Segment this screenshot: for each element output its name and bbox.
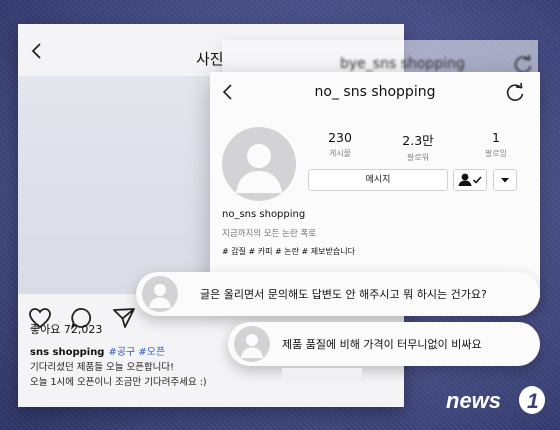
dropdown-arrow-icon (501, 178, 509, 183)
follow-check-icon (458, 173, 482, 186)
profile-screen: no_ sns shopping 230 게시물 2.3만 팔로워 1 팔로잉 … (210, 72, 540, 298)
profile-stats: 230 게시물 2.3만 팔로워 1 팔로잉 (310, 130, 530, 166)
stat-posts[interactable]: 230 게시물 (310, 130, 370, 159)
stat-posts-value: 230 (328, 130, 352, 145)
caption-header: sns shopping #공구 #오픈 (30, 343, 165, 358)
caption-username[interactable]: sns shopping (30, 347, 104, 358)
profile-top-bar: no_ sns shopping (210, 72, 540, 112)
stat-posts-label: 게시물 (328, 149, 352, 158)
comment-strip (282, 368, 362, 382)
caption-text-line: 오늘 1시에 오픈이니 조금만 기다려주세요 :) (30, 377, 207, 388)
refresh-icon[interactable] (504, 82, 526, 104)
avatar-placeholder-icon (149, 284, 171, 308)
logo-number-text: 1 (527, 390, 539, 413)
likes-count: 좋아요 72,023 (30, 323, 103, 336)
more-options-button[interactable] (493, 169, 517, 191)
bio-description: 지금까지의 모든 논란 폭로 (222, 229, 317, 239)
news1-logo: news 1 (444, 384, 550, 420)
profile-title: no_ sns shopping (314, 84, 436, 100)
comment-avatar[interactable] (234, 326, 270, 362)
send-icon[interactable] (112, 306, 136, 330)
comment-bubble: 글은 올리면서 문의해도 답변도 안 해주시고 뭐 하시는 건가요? (136, 272, 540, 316)
avatar-placeholder-icon (236, 144, 282, 193)
logo-brand-text: news (446, 388, 501, 413)
message-button[interactable]: 메시지 (308, 169, 448, 191)
stat-followers-value: 2.3만 (402, 133, 434, 148)
stat-following[interactable]: 1 팔로잉 (466, 130, 526, 159)
following-button[interactable] (453, 169, 487, 191)
stat-followers[interactable]: 2.3만 팔로워 (388, 130, 448, 163)
post-header-title: 사진 (196, 50, 224, 68)
back-arrow-icon[interactable] (28, 42, 46, 60)
comment-bubble: 제품 품질에 비해 가격이 터무니없이 비싸요 (228, 322, 540, 366)
caption-hashtags[interactable]: #공구 #오픈 (108, 347, 165, 358)
bio-name: no_sns shopping (222, 209, 306, 220)
avatar-placeholder-icon (241, 334, 263, 358)
stat-following-label: 팔로잉 (484, 149, 508, 158)
stat-followers-label: 팔로워 (406, 153, 430, 162)
comment-text: 제품 품질에 비해 가격이 터무니없이 비싸요 (282, 338, 482, 351)
profile-avatar[interactable] (222, 127, 296, 201)
caption-text-line: 기다리셨던 제품들 오늘 오픈합니다! (30, 362, 174, 373)
background-profile-username: bye_sns shopping (340, 56, 465, 72)
comment-text: 글은 올리면서 문의해도 답변도 안 해주시고 뭐 하시는 건가요? (200, 288, 487, 301)
bio-hashtags[interactable]: # 갑질 # 카피 # 논란 # 제보받습니다 (222, 246, 355, 257)
comment-avatar[interactable] (142, 276, 178, 312)
stat-following-value: 1 (492, 130, 500, 145)
